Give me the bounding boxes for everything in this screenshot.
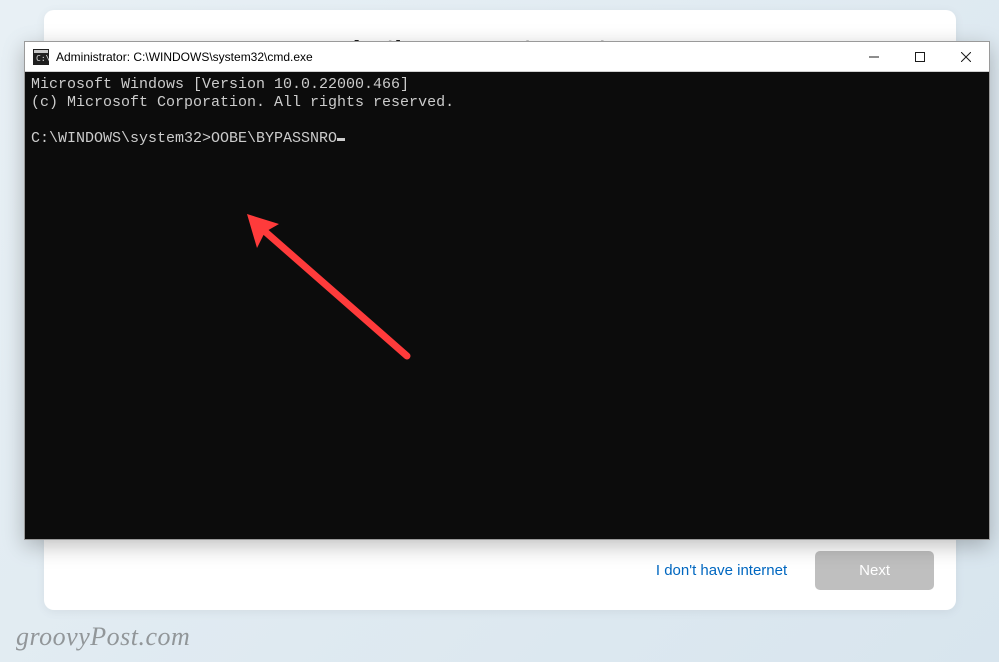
terminal-cursor <box>337 138 345 141</box>
maximize-icon <box>915 52 925 62</box>
watermark: groovyPost.com <box>16 622 190 652</box>
terminal-line-copyright: (c) Microsoft Corporation. All rights re… <box>31 94 454 111</box>
oobe-actions: I don't have internet Next <box>650 551 934 590</box>
next-button[interactable]: Next <box>815 551 934 590</box>
cmd-icon: C:\ <box>33 49 49 65</box>
close-icon <box>961 52 971 62</box>
window-titlebar[interactable]: C:\ Administrator: C:\WINDOWS\system32\c… <box>25 42 989 72</box>
terminal-line-version: Microsoft Windows [Version 10.0.22000.46… <box>31 76 409 93</box>
window-title: Administrator: C:\WINDOWS\system32\cmd.e… <box>56 50 851 64</box>
minimize-icon <box>869 52 879 62</box>
svg-text:C:\: C:\ <box>36 54 49 63</box>
terminal-typed-command: OOBE\BYPASSNRO <box>211 130 337 147</box>
terminal-prompt: C:\WINDOWS\system32> <box>31 130 211 147</box>
cmd-window: C:\ Administrator: C:\WINDOWS\system32\c… <box>24 41 990 540</box>
minimize-button[interactable] <box>851 42 897 71</box>
terminal-body[interactable]: Microsoft Windows [Version 10.0.22000.46… <box>25 72 989 539</box>
no-internet-link[interactable]: I don't have internet <box>650 554 793 587</box>
maximize-button[interactable] <box>897 42 943 71</box>
close-button[interactable] <box>943 42 989 71</box>
window-controls <box>851 42 989 71</box>
annotation-arrow-icon <box>239 206 429 376</box>
